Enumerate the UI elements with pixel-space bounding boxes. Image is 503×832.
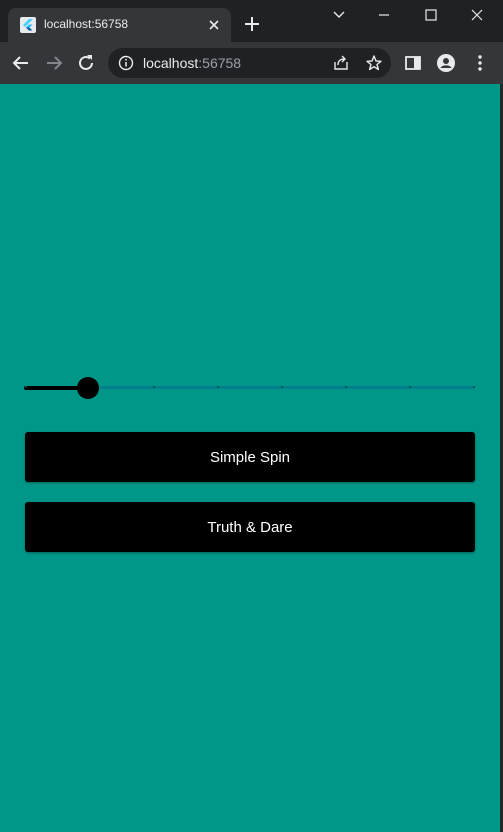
slider-tick <box>473 386 475 388</box>
side-panel-icon[interactable] <box>403 53 423 73</box>
tab-search-chevron-icon[interactable] <box>324 5 354 25</box>
slider-tick <box>345 386 347 388</box>
forward-arrow-icon[interactable] <box>44 53 64 73</box>
flutter-favicon-icon <box>20 17 36 33</box>
close-tab-icon[interactable] <box>205 16 223 34</box>
profile-avatar-icon[interactable] <box>436 53 456 73</box>
slider-tick <box>409 386 411 388</box>
url-port: :56758 <box>198 55 242 71</box>
browser-tab[interactable]: localhost:56758 <box>8 8 231 42</box>
reload-icon[interactable] <box>76 53 96 73</box>
new-tab-icon[interactable] <box>243 15 261 33</box>
slider-tick <box>153 386 155 388</box>
slider-tick <box>25 386 27 388</box>
url-host: localhost <box>143 55 199 71</box>
close-window-icon[interactable] <box>462 5 492 25</box>
truth-dare-button[interactable]: Truth & Dare <box>25 502 475 552</box>
simple-spin-button[interactable]: Simple Spin <box>25 432 475 482</box>
browser-titlebar: localhost:56758 <box>0 0 503 42</box>
tab-title: localhost:56758 <box>44 17 129 31</box>
back-arrow-icon[interactable] <box>11 53 31 73</box>
site-info-icon[interactable] <box>118 55 134 71</box>
slider-tick <box>281 386 283 388</box>
url-text: localhost:56758 <box>143 55 241 71</box>
address-bar[interactable]: localhost:56758 <box>108 48 391 78</box>
share-icon[interactable] <box>332 54 350 72</box>
slider-thumb[interactable] <box>77 377 99 399</box>
menu-kebab-icon[interactable] <box>470 53 490 73</box>
bookmark-star-icon[interactable] <box>365 54 383 72</box>
slider-tick <box>217 386 219 388</box>
wheel-slider[interactable] <box>24 376 476 400</box>
browser-toolbar: localhost:56758 <box>0 42 503 84</box>
minimize-icon[interactable] <box>369 5 399 25</box>
maximize-icon[interactable] <box>416 5 446 25</box>
